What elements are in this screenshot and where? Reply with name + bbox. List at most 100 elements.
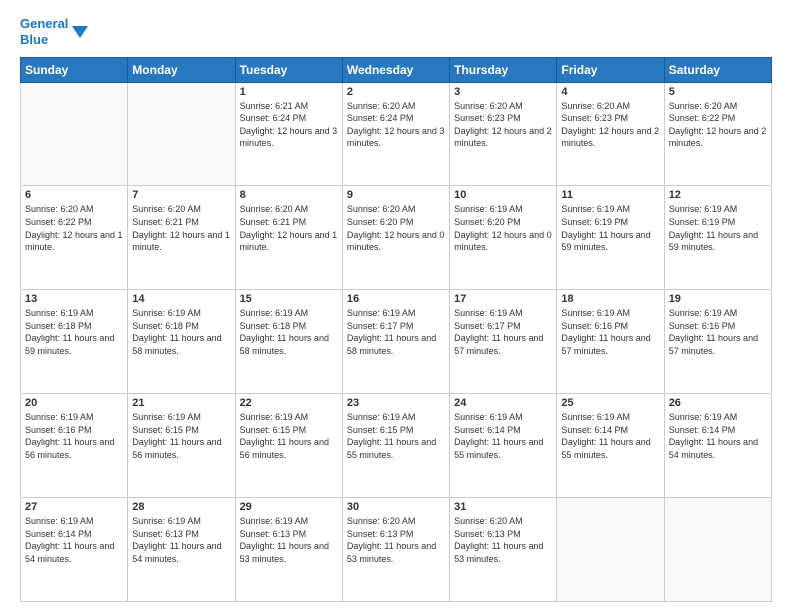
day-info: Sunrise: 6:20 AM Sunset: 6:13 PM Dayligh… xyxy=(347,515,445,565)
day-info: Sunrise: 6:20 AM Sunset: 6:22 PM Dayligh… xyxy=(25,203,123,253)
day-info: Sunrise: 6:20 AM Sunset: 6:21 PM Dayligh… xyxy=(240,203,338,253)
day-cell: 7 Sunrise: 6:20 AM Sunset: 6:21 PM Daylig… xyxy=(128,186,235,290)
week-row-4: 20Sunrise: 6:19 AM Sunset: 6:16 PM Dayli… xyxy=(21,394,772,498)
day-info: Sunrise: 6:19 AM Sunset: 6:13 PM Dayligh… xyxy=(240,515,338,565)
day-info: Sunrise: 6:21 AM Sunset: 6:24 PM Dayligh… xyxy=(240,100,338,150)
day-number: 23 xyxy=(347,397,445,409)
day-info: Sunrise: 6:19 AM Sunset: 6:18 PM Dayligh… xyxy=(240,307,338,357)
day-info: Sunrise: 6:19 AM Sunset: 6:14 PM Dayligh… xyxy=(454,411,552,461)
day-info: Sunrise: 6:19 AM Sunset: 6:17 PM Dayligh… xyxy=(454,307,552,357)
day-cell: 29 Sunrise: 6:19 AM Sunset: 6:13 PM Dayli… xyxy=(235,498,342,602)
day-number: 27 xyxy=(25,501,123,513)
day-info: Sunrise: 6:19 AM Sunset: 6:17 PM Dayligh… xyxy=(347,307,445,357)
header: General Blue xyxy=(20,16,772,49)
day-info: Sunrise: 6:19 AM Sunset: 6:19 PM Dayligh… xyxy=(669,203,767,253)
day-info: Sunrise: 6:20 AM Sunset: 6:13 PM Dayligh… xyxy=(454,515,552,565)
day-number: 12 xyxy=(669,189,767,201)
day-cell: 6 Sunrise: 6:20 AM Sunset: 6:22 PM Daylig… xyxy=(21,186,128,290)
day-info: Sunrise: 6:19 AM Sunset: 6:16 PM Dayligh… xyxy=(669,307,767,357)
day-info: Sunrise: 6:19 AM Sunset: 6:15 PM Dayligh… xyxy=(347,411,445,461)
weekday-header-sunday: Sunday xyxy=(21,57,128,82)
day-number: 1 xyxy=(240,86,338,98)
day-cell: 25 Sunrise: 6:19 AM Sunset: 6:14 PM Dayli… xyxy=(557,394,664,498)
day-cell: 11Sunrise: 6:19 AM Sunset: 6:19 PM Dayli… xyxy=(557,186,664,290)
day-info: Sunrise: 6:20 AM Sunset: 6:23 PM Dayligh… xyxy=(454,100,552,150)
weekday-header-saturday: Saturday xyxy=(664,57,771,82)
day-number: 20 xyxy=(25,397,123,409)
day-cell: 2 Sunrise: 6:20 AM Sunset: 6:24 PM Daylig… xyxy=(342,82,449,186)
day-cell: 21 Sunrise: 6:19 AM Sunset: 6:15 PM Dayli… xyxy=(128,394,235,498)
weekday-header-wednesday: Wednesday xyxy=(342,57,449,82)
day-info: Sunrise: 6:19 AM Sunset: 6:15 PM Dayligh… xyxy=(132,411,230,461)
day-number: 4 xyxy=(561,86,659,98)
day-cell: 22 Sunrise: 6:19 AM Sunset: 6:15 PM Dayli… xyxy=(235,394,342,498)
day-info: Sunrise: 6:20 AM Sunset: 6:24 PM Dayligh… xyxy=(347,100,445,150)
weekday-header-thursday: Thursday xyxy=(450,57,557,82)
weekday-header-friday: Friday xyxy=(557,57,664,82)
weekday-header-row: SundayMondayTuesdayWednesdayThursdayFrid… xyxy=(21,57,772,82)
day-info: Sunrise: 6:19 AM Sunset: 6:18 PM Dayligh… xyxy=(25,307,123,357)
day-cell: 20Sunrise: 6:19 AM Sunset: 6:16 PM Dayli… xyxy=(21,394,128,498)
day-cell: 9 Sunrise: 6:20 AM Sunset: 6:20 PM Daylig… xyxy=(342,186,449,290)
day-number: 7 xyxy=(132,189,230,201)
day-number: 5 xyxy=(669,86,767,98)
weekday-header-tuesday: Tuesday xyxy=(235,57,342,82)
day-number: 21 xyxy=(132,397,230,409)
day-cell: 18Sunrise: 6:19 AM Sunset: 6:16 PM Dayli… xyxy=(557,290,664,394)
day-cell xyxy=(664,498,771,602)
day-number: 13 xyxy=(25,293,123,305)
day-cell: 17 Sunrise: 6:19 AM Sunset: 6:17 PM Dayli… xyxy=(450,290,557,394)
logo: General Blue xyxy=(20,16,90,49)
week-row-5: 27Sunrise: 6:19 AM Sunset: 6:14 PM Dayli… xyxy=(21,498,772,602)
day-cell: 30 Sunrise: 6:20 AM Sunset: 6:13 PM Dayli… xyxy=(342,498,449,602)
day-number: 29 xyxy=(240,501,338,513)
day-info: Sunrise: 6:20 AM Sunset: 6:20 PM Dayligh… xyxy=(347,203,445,253)
day-cell xyxy=(128,82,235,186)
day-number: 10 xyxy=(454,189,552,201)
day-number: 22 xyxy=(240,397,338,409)
day-number: 11 xyxy=(561,189,659,201)
day-info: Sunrise: 6:20 AM Sunset: 6:23 PM Dayligh… xyxy=(561,100,659,150)
day-info: Sunrise: 6:19 AM Sunset: 6:13 PM Dayligh… xyxy=(132,515,230,565)
day-number: 2 xyxy=(347,86,445,98)
day-cell: 28 Sunrise: 6:19 AM Sunset: 6:13 PM Dayli… xyxy=(128,498,235,602)
day-cell: 19Sunrise: 6:19 AM Sunset: 6:16 PM Dayli… xyxy=(664,290,771,394)
day-cell: 4 Sunrise: 6:20 AM Sunset: 6:23 PM Daylig… xyxy=(557,82,664,186)
day-cell: 8 Sunrise: 6:20 AM Sunset: 6:21 PM Daylig… xyxy=(235,186,342,290)
logo-chevron-icon xyxy=(70,22,90,42)
day-number: 17 xyxy=(454,293,552,305)
day-number: 31 xyxy=(454,501,552,513)
day-cell xyxy=(557,498,664,602)
day-number: 15 xyxy=(240,293,338,305)
calendar-table: SundayMondayTuesdayWednesdayThursdayFrid… xyxy=(20,57,772,603)
day-cell: 24 Sunrise: 6:19 AM Sunset: 6:14 PM Dayli… xyxy=(450,394,557,498)
day-cell xyxy=(21,82,128,186)
day-cell: 23 Sunrise: 6:19 AM Sunset: 6:15 PM Dayli… xyxy=(342,394,449,498)
day-number: 8 xyxy=(240,189,338,201)
day-number: 9 xyxy=(347,189,445,201)
day-info: Sunrise: 6:19 AM Sunset: 6:14 PM Dayligh… xyxy=(561,411,659,461)
day-cell: 16 Sunrise: 6:19 AM Sunset: 6:17 PM Dayli… xyxy=(342,290,449,394)
day-cell: 31 Sunrise: 6:20 AM Sunset: 6:13 PM Dayli… xyxy=(450,498,557,602)
day-number: 6 xyxy=(25,189,123,201)
day-number: 28 xyxy=(132,501,230,513)
day-number: 16 xyxy=(347,293,445,305)
day-info: Sunrise: 6:19 AM Sunset: 6:18 PM Dayligh… xyxy=(132,307,230,357)
day-number: 25 xyxy=(561,397,659,409)
day-cell: 10Sunrise: 6:19 AM Sunset: 6:20 PM Dayli… xyxy=(450,186,557,290)
week-row-1: 1 Sunrise: 6:21 AM Sunset: 6:24 PM Daylig… xyxy=(21,82,772,186)
day-number: 18 xyxy=(561,293,659,305)
day-cell: 26Sunrise: 6:19 AM Sunset: 6:14 PM Dayli… xyxy=(664,394,771,498)
day-number: 14 xyxy=(132,293,230,305)
day-cell: 13 Sunrise: 6:19 AM Sunset: 6:18 PM Dayli… xyxy=(21,290,128,394)
week-row-2: 6 Sunrise: 6:20 AM Sunset: 6:22 PM Daylig… xyxy=(21,186,772,290)
day-info: Sunrise: 6:19 AM Sunset: 6:14 PM Dayligh… xyxy=(669,411,767,461)
day-cell: 14 Sunrise: 6:19 AM Sunset: 6:18 PM Dayli… xyxy=(128,290,235,394)
day-number: 24 xyxy=(454,397,552,409)
day-info: Sunrise: 6:20 AM Sunset: 6:21 PM Dayligh… xyxy=(132,203,230,253)
day-cell: 27Sunrise: 6:19 AM Sunset: 6:14 PM Dayli… xyxy=(21,498,128,602)
day-info: Sunrise: 6:19 AM Sunset: 6:15 PM Dayligh… xyxy=(240,411,338,461)
weekday-header-monday: Monday xyxy=(128,57,235,82)
day-cell: 1 Sunrise: 6:21 AM Sunset: 6:24 PM Daylig… xyxy=(235,82,342,186)
day-number: 30 xyxy=(347,501,445,513)
